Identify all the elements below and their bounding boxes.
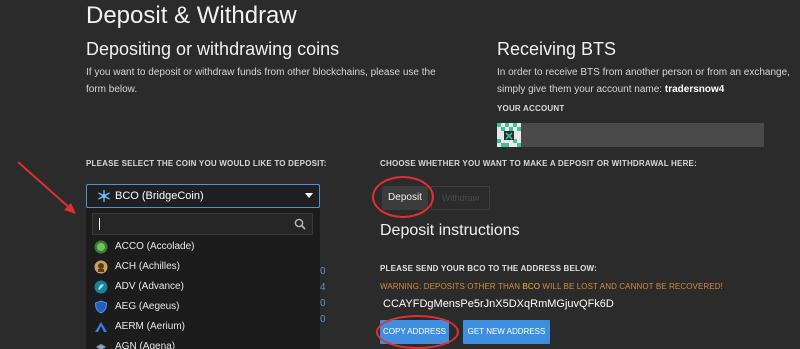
- achilles-icon: [94, 260, 108, 274]
- avatar: [497, 123, 521, 147]
- peek-value: 0: [320, 314, 326, 325]
- coin-option-label: ACH (Achilles): [115, 261, 181, 272]
- aegeus-icon: [95, 300, 107, 314]
- warning-coin: BCO: [522, 282, 541, 291]
- coin-option-aeg[interactable]: AEG (Aegeus): [86, 297, 320, 317]
- annotation-circle-deposit: [372, 176, 434, 218]
- chevron-down-icon: [305, 193, 313, 198]
- send-address-prompt: PLEASE SEND YOUR BCO TO THE ADDRESS BELO…: [380, 264, 598, 273]
- receiving-bts-heading: Receiving BTS: [497, 39, 617, 59]
- page-title: Deposit & Withdraw: [86, 2, 297, 29]
- coin-option-label: AGN (Agena): [115, 341, 176, 349]
- deposit-instructions-heading: Deposit instructions: [380, 222, 520, 239]
- receive-desc-line-2: simply give them your account name: trad…: [497, 81, 797, 98]
- coin-option-adv[interactable]: ADV (Advance): [86, 277, 320, 297]
- receive-desc-prefix: simply give them your account name:: [497, 84, 665, 95]
- desc-line-2: form below.: [86, 84, 138, 95]
- account-field[interactable]: [497, 123, 764, 147]
- receive-desc-line-1: In order to receive BTS from another per…: [497, 67, 790, 78]
- coin-option-label: AEG (Aegeus): [115, 301, 180, 312]
- account-name-inline: tradersnow4: [664, 84, 725, 95]
- receiving-bts-description: In order to receive BTS from another per…: [497, 64, 797, 98]
- aerium-icon: [95, 322, 107, 332]
- your-account-label: YOUR ACCOUNT: [497, 104, 565, 113]
- get-new-address-button[interactable]: GET NEW ADDRESS: [463, 320, 550, 344]
- deposit-warning: WARNING: DEPOSITS OTHER THAN BCO WILL BE…: [380, 282, 723, 291]
- warning-prefix: WARNING: DEPOSITS OTHER THAN: [380, 282, 523, 291]
- tab-withdraw[interactable]: Withdraw: [431, 186, 490, 210]
- coin-option-agn[interactable]: AGN (Agena): [86, 337, 320, 349]
- coin-search-input[interactable]: [92, 213, 313, 235]
- peek-value: 0: [320, 266, 326, 277]
- warning-suffix: WILL BE LOST AND CANNOT BE RECOVERED!: [540, 282, 723, 291]
- bridgecoin-icon: [98, 190, 110, 202]
- search-icon: [294, 218, 306, 230]
- coin-select[interactable]: BCO (BridgeCoin): [86, 184, 320, 208]
- coin-option-ach[interactable]: ACH (Achilles): [86, 257, 320, 277]
- selected-coin: BCO (BridgeCoin): [115, 190, 204, 202]
- annotation-arrow: [17, 161, 76, 214]
- coin-dropdown: ACCO (Accolade) ACH (Achilles) ADV (Adva…: [86, 208, 320, 349]
- coin-option-aerm[interactable]: AERM (Aerium): [86, 317, 320, 337]
- coin-option-acco[interactable]: ACCO (Accolade): [86, 237, 320, 257]
- peek-value: 0: [320, 298, 326, 309]
- coin-option-label: AERM (Aerium): [115, 321, 186, 332]
- accolade-icon: [94, 240, 108, 254]
- text-cursor: [99, 218, 100, 230]
- desc-line-1: If you want to deposit or withdraw funds…: [86, 67, 436, 78]
- agena-icon: [96, 344, 106, 349]
- deposit-address[interactable]: CCAYFDgMensPe5rJnX5DXqRmMGjuvQFk6D: [383, 298, 614, 310]
- select-coin-prompt: PLEASE SELECT THE COIN YOU WOULD LIKE TO…: [86, 159, 327, 168]
- deposit-withdraw-description: If you want to deposit or withdraw funds…: [86, 64, 446, 98]
- choose-prompt: CHOOSE WHETHER YOU WANT TO MAKE A DEPOSI…: [380, 159, 697, 168]
- deposit-withdraw-heading: Depositing or withdrawing coins: [86, 39, 340, 59]
- annotation-circle-copy: [376, 315, 459, 349]
- coin-option-label: ADV (Advance): [115, 281, 184, 292]
- peek-value: 4: [320, 282, 326, 293]
- coin-option-label: ACCO (Accolade): [115, 241, 195, 252]
- advance-icon: [94, 280, 108, 294]
